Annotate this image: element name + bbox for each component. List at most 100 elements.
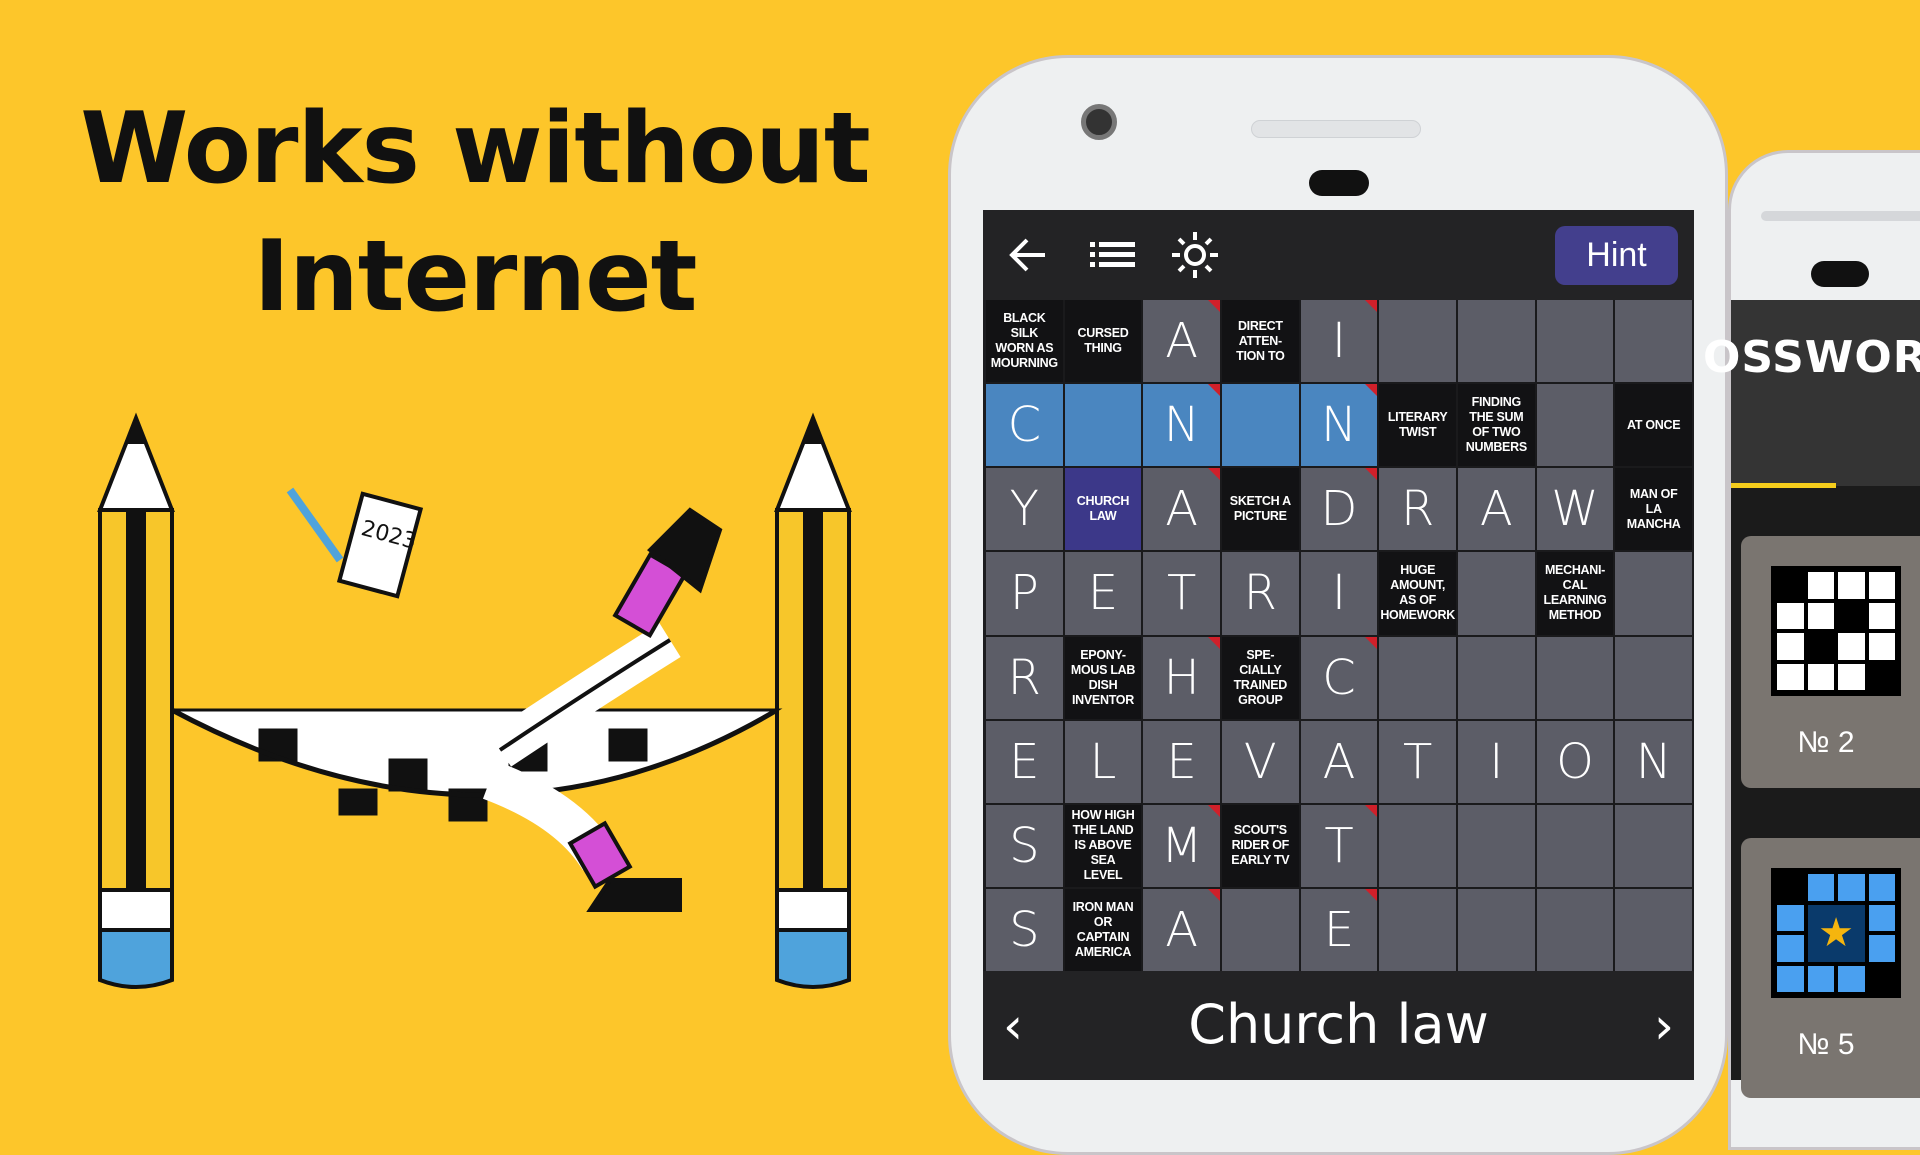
empty-cell[interactable] [1221,384,1299,467]
letter-cell[interactable]: C [986,384,1063,467]
puzzle-card-5[interactable]: ★ № 5 [1741,838,1920,1098]
empty-cell[interactable] [1536,804,1614,887]
previous-clue-button[interactable]: ‹ [1003,997,1023,1055]
letter-cell[interactable]: E [1143,720,1220,803]
clue-cell[interactable]: CURSED THING [1064,300,1142,383]
puzzle-thumbnail [1771,566,1901,696]
empty-cell[interactable] [1536,888,1614,971]
letter-cell[interactable]: V [1221,720,1299,803]
empty-cell[interactable] [1457,804,1535,887]
letter-cell[interactable]: C [1300,636,1378,719]
letter-cell[interactable]: Y [986,468,1063,551]
active-tab-indicator [1731,483,1836,488]
letter-cell[interactable]: W [1536,468,1614,551]
letter-cell[interactable]: I [1300,552,1378,635]
cell-letter: W [1551,481,1599,538]
cell-letter: R [1243,565,1277,622]
empty-cell[interactable] [1536,300,1614,383]
clue-text: MAN OF LA MANCHA [1626,486,1681,531]
list-icon[interactable] [1088,230,1138,280]
clue-cell[interactable]: DIRECT ATTEN- TION TO [1221,300,1299,383]
empty-cell[interactable] [1615,552,1692,635]
letter-cell[interactable]: A [1300,720,1378,803]
letter-cell[interactable]: E [986,720,1063,803]
empty-cell[interactable] [1379,300,1456,383]
cell-letter: E [1323,901,1355,958]
empty-cell[interactable] [1379,636,1456,719]
clue-text: EPONY- MOUS LAB DISH INVENTOR [1070,647,1136,707]
cell-letter: S [1009,901,1040,958]
letter-cell[interactable]: N [1615,720,1692,803]
clue-cell[interactable]: CHURCH LAW [1064,468,1142,551]
letter-cell[interactable]: E [1064,552,1142,635]
letter-cell[interactable]: O [1536,720,1614,803]
letter-cell[interactable]: I [1457,720,1535,803]
letter-cell[interactable]: R [986,636,1063,719]
empty-cell[interactable] [1615,300,1692,383]
puzzle-number: № 5 [1797,1028,1855,1061]
clue-cell[interactable]: HUGE AMOUNT, AS OF HOMEWORK [1379,552,1456,635]
empty-cell[interactable] [1536,636,1614,719]
empty-cell[interactable] [1457,300,1535,383]
error-mark [1365,804,1378,817]
letter-cell[interactable]: A [1143,300,1220,383]
letter-cell[interactable]: M [1143,804,1220,887]
clue-cell[interactable]: LITERARY TWIST [1379,384,1456,467]
clue-text: AT ONCE [1627,417,1681,432]
letter-cell[interactable]: H [1143,636,1220,719]
letter-cell[interactable]: E [1300,888,1378,971]
sun-icon[interactable] [1170,230,1220,280]
clue-cell[interactable]: SKETCH A PICTURE [1221,468,1299,551]
letter-cell[interactable]: P [986,552,1063,635]
earpiece-speaker [1251,120,1421,138]
clue-text: LITERARY TWIST [1387,410,1448,440]
clue-cell[interactable]: FINDING THE SUM OF TWO NUMBERS [1457,384,1535,467]
empty-cell[interactable] [1615,636,1692,719]
clue-cell[interactable]: IRON MAN OR CAPTAIN AMERICA [1064,888,1142,971]
letter-cell[interactable]: N [1143,384,1220,467]
clue-cell[interactable]: BLACK SILK WORN AS MOURNING [986,300,1063,383]
letter-cell[interactable]: T [1300,804,1378,887]
empty-cell[interactable] [1615,888,1692,971]
proximity-sensor [1811,261,1869,287]
empty-cell[interactable] [1457,888,1535,971]
clue-cell[interactable]: SPE- CIALLY TRAINED GROUP [1221,636,1299,719]
next-clue-button[interactable]: › [1654,997,1674,1055]
letter-cell[interactable]: S [986,804,1063,887]
clue-cell[interactable]: AT ONCE [1615,384,1692,467]
error-mark [1365,636,1378,649]
clue-cell[interactable]: SCOUT'S RIDER OF EARLY TV [1221,804,1299,887]
clue-cell[interactable]: MAN OF LA MANCHA [1615,468,1692,551]
letter-cell[interactable]: R [1379,468,1456,551]
error-mark [1207,300,1220,312]
arrow-left-icon[interactable] [1003,230,1053,280]
empty-cell[interactable] [1457,552,1535,635]
letter-cell[interactable]: A [1143,888,1220,971]
letter-cell[interactable]: T [1143,552,1220,635]
letter-cell[interactable]: A [1457,468,1535,551]
clue-text: IRON MAN OR CAPTAIN AMERICA [1072,899,1134,959]
empty-cell[interactable] [1379,804,1456,887]
letter-cell[interactable]: L [1064,720,1142,803]
empty-cell[interactable] [1379,888,1456,971]
letter-cell[interactable]: R [1221,552,1299,635]
empty-cell[interactable] [1221,888,1299,971]
letter-cell[interactable]: A [1143,468,1220,551]
empty-cell[interactable] [1064,384,1142,467]
empty-cell[interactable] [1615,804,1692,887]
earpiece-speaker [1761,211,1920,221]
clue-cell[interactable]: EPONY- MOUS LAB DISH INVENTOR [1064,636,1142,719]
clue-cell[interactable]: HOW HIGH THE LAND IS ABOVE SEA LEVEL [1064,804,1142,887]
clue-cell[interactable]: MECHANI- CAL LEARNING METHOD [1536,552,1614,635]
letter-cell[interactable]: I [1300,300,1378,383]
hint-button[interactable]: Hint [1555,226,1678,285]
cell-letter: Y [1009,481,1039,538]
error-mark [1365,468,1378,481]
puzzle-card-2[interactable]: № 2 [1741,536,1920,788]
letter-cell[interactable]: S [986,888,1063,971]
empty-cell[interactable] [1457,636,1535,719]
empty-cell[interactable] [1536,384,1614,467]
letter-cell[interactable]: N [1300,384,1378,467]
letter-cell[interactable]: D [1300,468,1378,551]
letter-cell[interactable]: T [1379,720,1456,803]
